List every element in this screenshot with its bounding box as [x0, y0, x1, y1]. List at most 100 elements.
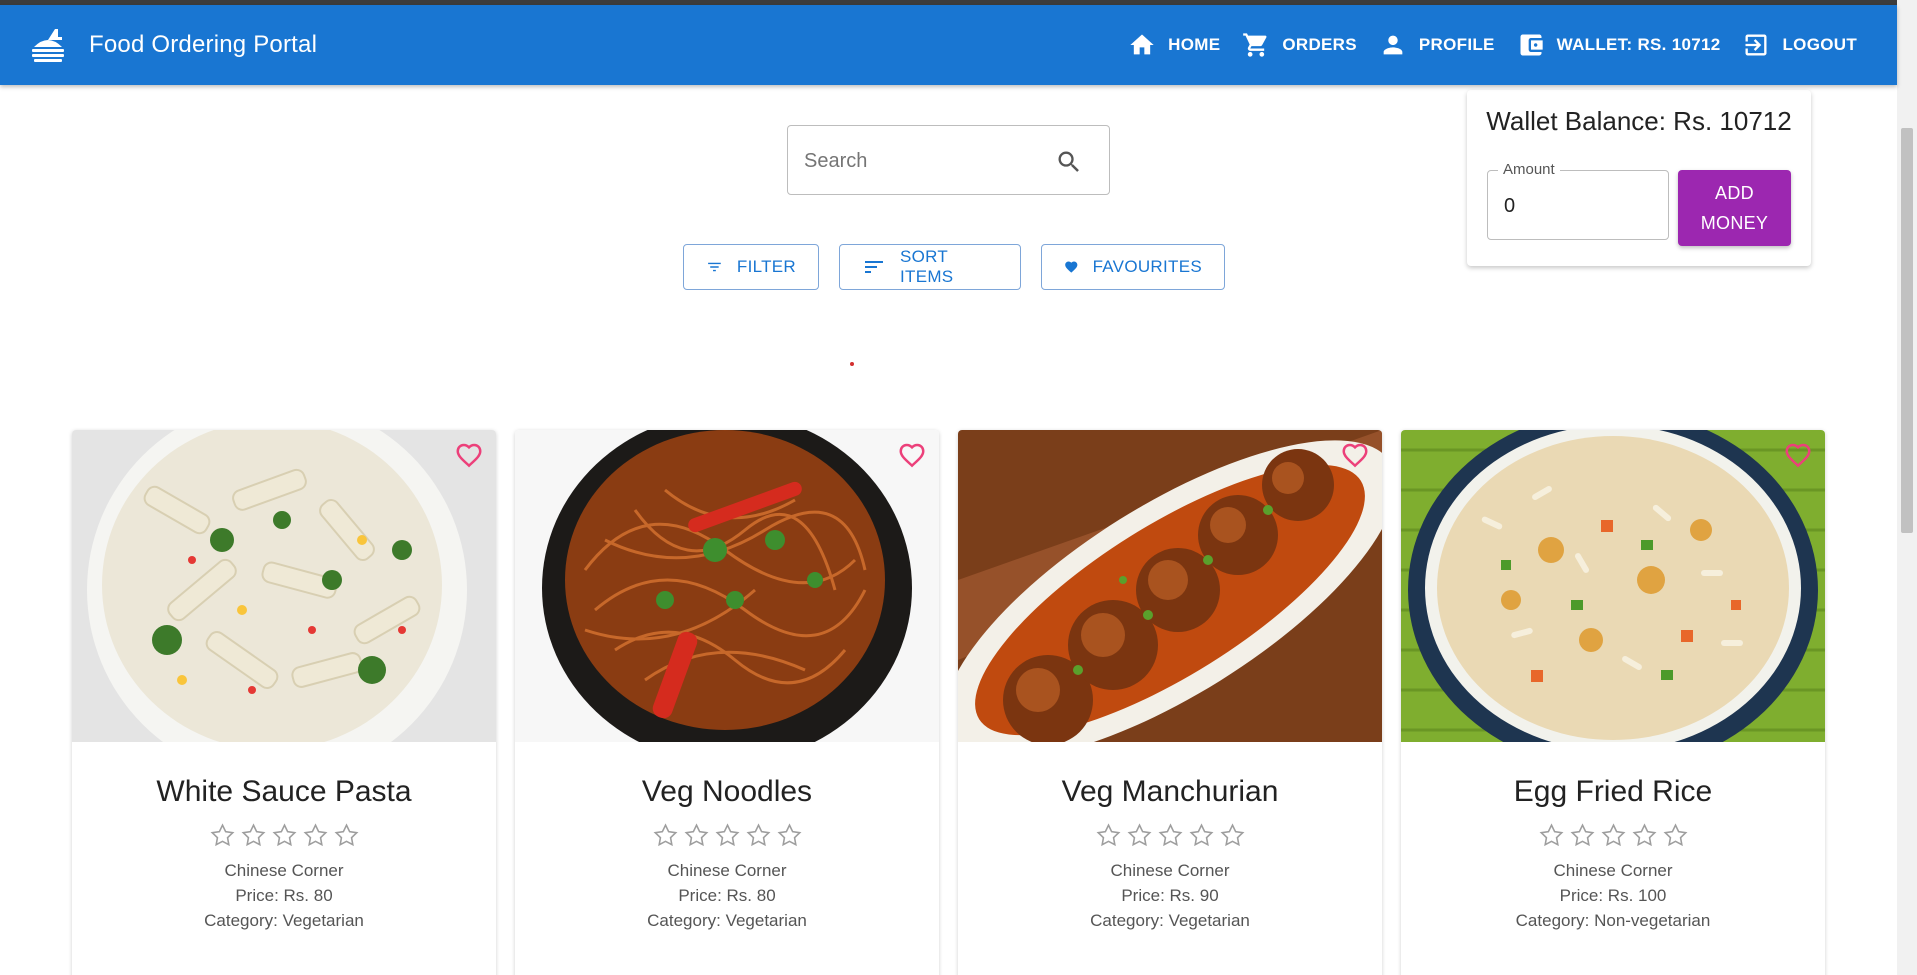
favourites-label: FAVOURITES: [1092, 257, 1202, 276]
food-category: Category: Vegetarian: [204, 911, 364, 930]
sort-icon: [864, 261, 883, 273]
add-money-button[interactable]: ADD MONEY: [1678, 170, 1791, 246]
sort-items-button[interactable]: SORT ITEMS: [839, 244, 1021, 290]
search-icon[interactable]: [1055, 148, 1083, 176]
rating-stars[interactable]: [72, 822, 496, 849]
amount-input[interactable]: [1504, 191, 1654, 221]
search-box[interactable]: [787, 125, 1110, 195]
nav-profile-button[interactable]: PROFILE: [1379, 31, 1495, 59]
food-card[interactable]: White Sauce Pasta Chinese Corner Price: …: [72, 430, 496, 975]
amount-field[interactable]: Amount: [1487, 161, 1669, 240]
star-icon[interactable]: [745, 822, 772, 849]
heart-outline-icon: [899, 443, 925, 468]
star-icon[interactable]: [714, 822, 741, 849]
nav-orders-label: ORDERS: [1282, 35, 1357, 54]
food-card[interactable]: Egg Fried Rice Chinese Corner Price: Rs.…: [1401, 430, 1825, 975]
nav-logout-label: LOGOUT: [1782, 35, 1857, 54]
top-nav: HOME ORDERS PROFILE WALLET: RS. 10712 LO…: [1128, 5, 1857, 85]
food-category: Category: Vegetarian: [647, 911, 807, 930]
favourite-toggle[interactable]: [454, 440, 484, 470]
food-name: Veg Manchurian: [1061, 775, 1279, 808]
food-meta: Chinese Corner Price: Rs. 100 Category: …: [1401, 858, 1825, 933]
action-buttons: FILTER SORT ITEMS FAVOURITES: [683, 244, 1225, 290]
food-price: Price: Rs. 100: [1559, 886, 1667, 905]
nav-logout-button[interactable]: LOGOUT: [1742, 31, 1857, 59]
nav-home-label: HOME: [1168, 35, 1221, 54]
home-icon: [1130, 34, 1154, 55]
heart-outline-icon: [1342, 443, 1368, 468]
food-category: Category: Vegetarian: [1090, 911, 1250, 930]
star-icon[interactable]: [1095, 822, 1122, 849]
wallet-icon: [1520, 34, 1543, 56]
food-price: Price: Rs. 80: [678, 886, 776, 905]
food-image: [72, 430, 496, 742]
rating-stars[interactable]: [958, 822, 1382, 849]
star-icon[interactable]: [683, 822, 710, 849]
page-scrollbar[interactable]: [1897, 0, 1917, 975]
loading-dot: [850, 362, 854, 366]
star-icon[interactable]: [1569, 822, 1596, 849]
add-money-label-line1: ADD: [1715, 183, 1754, 203]
sort-label: SORT ITEMS: [899, 247, 954, 286]
star-icon[interactable]: [1662, 822, 1689, 849]
cart-icon: [1243, 33, 1267, 57]
food-meta: Chinese Corner Price: Rs. 90 Category: V…: [958, 858, 1382, 933]
person-icon: [1383, 35, 1403, 55]
food-name: White Sauce Pasta: [156, 775, 412, 808]
wallet-card: Wallet Balance: Rs. 10712 Amount ADD MON…: [1467, 90, 1811, 266]
rating-stars[interactable]: [515, 822, 939, 849]
food-price: Price: Rs. 90: [1121, 886, 1219, 905]
nav-profile-label: PROFILE: [1418, 35, 1495, 54]
heart-outline-icon: [456, 443, 482, 468]
food-card[interactable]: Veg Noodles Chinese Corner Price: Rs. 80…: [515, 430, 939, 975]
star-icon[interactable]: [1600, 822, 1627, 849]
food-shop: Chinese Corner: [1110, 861, 1230, 880]
food-image: [1401, 430, 1825, 742]
star-icon[interactable]: [1126, 822, 1153, 849]
star-icon[interactable]: [240, 822, 267, 849]
search-input[interactable]: [804, 146, 1034, 176]
food-shop: Chinese Corner: [1553, 861, 1673, 880]
star-icon[interactable]: [333, 822, 360, 849]
filter-label: FILTER: [736, 257, 796, 276]
star-icon[interactable]: [1157, 822, 1184, 849]
favourite-toggle[interactable]: [1340, 440, 1370, 470]
wallet-balance: Wallet Balance: Rs. 10712: [1486, 106, 1792, 136]
nav-orders-button[interactable]: ORDERS: [1242, 31, 1357, 59]
star-icon[interactable]: [776, 822, 803, 849]
food-meta: Chinese Corner Price: Rs. 80 Category: V…: [72, 858, 496, 933]
food-card-list: White Sauce Pasta Chinese Corner Price: …: [72, 430, 1825, 975]
star-icon[interactable]: [271, 822, 298, 849]
fastfood-icon: [32, 29, 64, 62]
star-icon[interactable]: [302, 822, 329, 849]
heart-icon: [1065, 261, 1078, 273]
food-image: [515, 430, 939, 742]
logout-icon: [1745, 34, 1767, 56]
star-icon[interactable]: [209, 822, 236, 849]
favourites-button[interactable]: FAVOURITES: [1041, 244, 1225, 290]
scrollbar-thumb[interactable]: [1901, 128, 1913, 533]
food-name: Veg Noodles: [641, 775, 813, 808]
heart-outline-icon: [1785, 443, 1811, 468]
favourite-toggle[interactable]: [1783, 440, 1813, 470]
nav-wallet-label: WALLET: RS. 10712: [1556, 35, 1721, 54]
nav-home-button[interactable]: HOME: [1128, 31, 1220, 59]
nav-wallet-button[interactable]: WALLET: RS. 10712: [1517, 31, 1721, 59]
food-shop: Chinese Corner: [224, 861, 344, 880]
food-category: Category: Non-vegetarian: [1515, 911, 1711, 930]
rating-stars[interactable]: [1401, 822, 1825, 849]
star-icon[interactable]: [1188, 822, 1215, 849]
star-icon[interactable]: [1219, 822, 1246, 849]
star-icon[interactable]: [652, 822, 679, 849]
amount-label: Amount: [1498, 161, 1560, 178]
filter-icon: [708, 262, 721, 272]
app-title: Food Ordering Portal: [89, 31, 318, 58]
food-card[interactable]: Veg Manchurian Chinese Corner Price: Rs.…: [958, 430, 1382, 975]
star-icon[interactable]: [1631, 822, 1658, 849]
filter-button[interactable]: FILTER: [683, 244, 819, 290]
favourite-toggle[interactable]: [897, 440, 927, 470]
food-name: Egg Fried Rice: [1513, 775, 1713, 808]
app-bar: Food Ordering Portal HOME ORDERS PROFILE…: [0, 5, 1897, 85]
star-icon[interactable]: [1538, 822, 1565, 849]
food-meta: Chinese Corner Price: Rs. 80 Category: V…: [515, 858, 939, 933]
